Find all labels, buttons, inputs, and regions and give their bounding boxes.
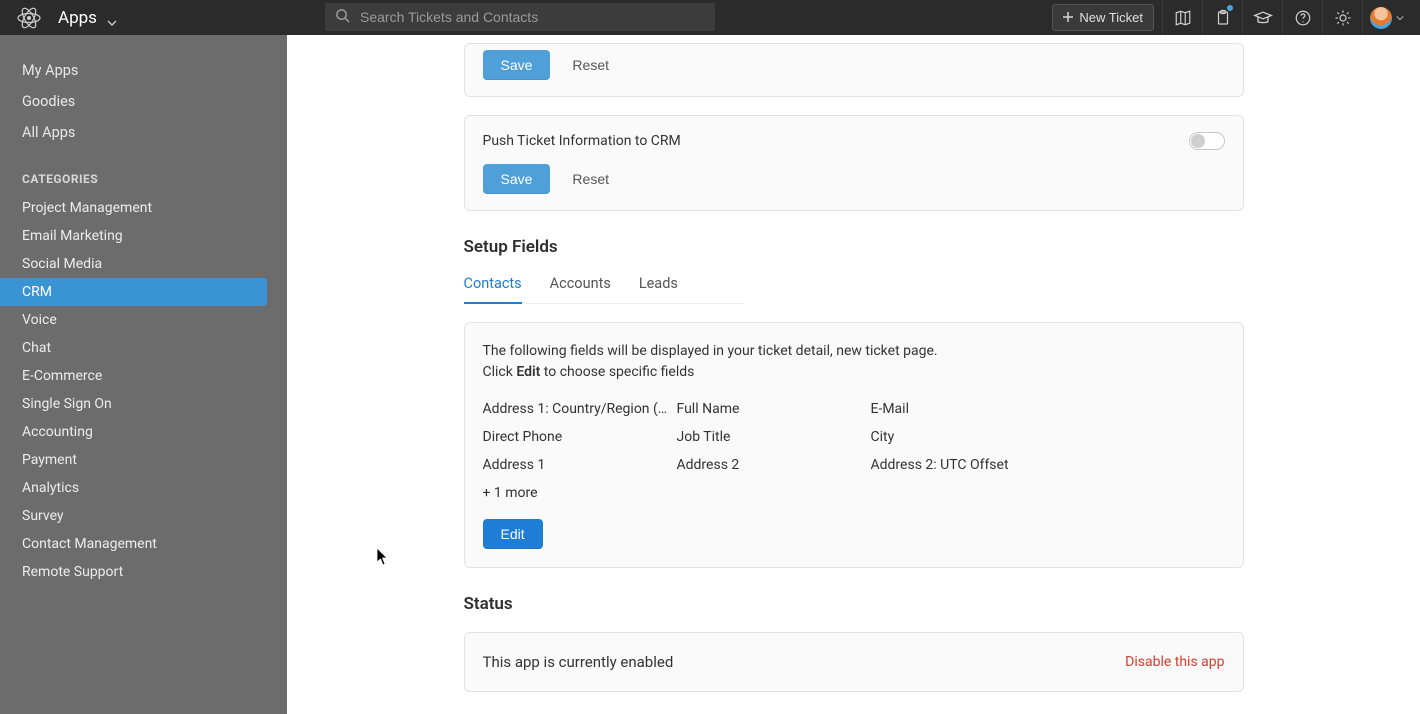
sidebar-category-item[interactable]: Social Media	[0, 250, 267, 278]
app-logo-icon	[16, 5, 42, 31]
fields-desc-line1: The following fields will be displayed i…	[483, 341, 1225, 362]
sidebar-category-item[interactable]: Chat	[0, 334, 267, 362]
save-button[interactable]: Save	[483, 164, 551, 194]
tab-accounts[interactable]: Accounts	[550, 267, 611, 303]
push-ticket-card: Push Ticket Information to CRM Save Rese…	[464, 115, 1244, 211]
settings-card-top: Save Reset	[464, 43, 1244, 97]
disable-app-link[interactable]: Disable this app	[1125, 654, 1224, 670]
sidebar-nav-item[interactable]: My Apps	[0, 55, 287, 86]
sidebar: My AppsGoodiesAll Apps CATEGORIES Projec…	[0, 35, 287, 714]
field-name: City	[871, 429, 1061, 445]
fields-desc-bold: Edit	[516, 364, 540, 380]
field-name: Address 2	[677, 457, 867, 473]
search-icon	[335, 8, 350, 27]
field-name: Address 2: UTC Offset	[871, 457, 1061, 473]
sidebar-category-item[interactable]: Accounting	[0, 418, 267, 446]
new-ticket-button[interactable]: New Ticket	[1052, 4, 1154, 31]
push-ticket-title: Push Ticket Information to CRM	[483, 133, 681, 149]
tab-contacts[interactable]: Contacts	[464, 267, 522, 304]
help-icon[interactable]	[1282, 0, 1322, 35]
app-title: Apps	[58, 8, 97, 28]
header-right: New Ticket	[1052, 0, 1410, 35]
app-switcher[interactable]: Apps	[58, 8, 117, 28]
new-ticket-label: New Ticket	[1079, 10, 1143, 25]
status-text: This app is currently enabled	[483, 653, 674, 671]
field-name: Direct Phone	[483, 429, 673, 445]
settings-icon[interactable]	[1322, 0, 1362, 35]
academy-icon[interactable]	[1242, 0, 1282, 35]
sidebar-category-item[interactable]: Analytics	[0, 474, 267, 502]
sidebar-category-item[interactable]: Contact Management	[0, 530, 267, 558]
field-name: Job Title	[677, 429, 867, 445]
sidebar-nav-item[interactable]: Goodies	[0, 86, 287, 117]
top-header: Apps New Ticket	[0, 0, 1420, 35]
main-content: Save Reset Push Ticket Information to CR…	[287, 35, 1420, 714]
status-title: Status	[464, 594, 1244, 614]
fields-grid: Address 1: Country/Region (…Full NameE-M…	[483, 401, 1225, 473]
field-name: Address 1: Country/Region (…	[483, 401, 673, 417]
global-search[interactable]	[325, 3, 715, 31]
chevron-down-icon	[107, 13, 117, 23]
reset-button[interactable]: Reset	[558, 50, 623, 80]
profile-menu[interactable]	[1362, 0, 1410, 35]
field-name: E-Mail	[871, 401, 1061, 417]
setup-fields-tabs: Contacts Accounts Leads	[464, 267, 744, 304]
sidebar-nav-item[interactable]: All Apps	[0, 117, 287, 148]
edit-fields-button[interactable]: Edit	[483, 519, 543, 549]
sidebar-category-item[interactable]: Email Marketing	[0, 222, 267, 250]
fields-desc-suffix: to choose specific fields	[540, 364, 694, 380]
reset-button[interactable]: Reset	[558, 164, 623, 194]
setup-fields-title: Setup Fields	[464, 237, 1244, 257]
avatar-icon	[1370, 7, 1392, 29]
clipboard-icon[interactable]	[1202, 0, 1242, 35]
sidebar-category-item[interactable]: Survey	[0, 502, 267, 530]
tab-leads[interactable]: Leads	[639, 267, 678, 303]
sidebar-category-item[interactable]: CRM	[0, 278, 267, 306]
fields-desc-prefix: Click	[483, 364, 517, 380]
sidebar-category-item[interactable]: Project Management	[0, 194, 267, 222]
plus-icon	[1063, 10, 1073, 25]
fields-card: The following fields will be displayed i…	[464, 322, 1244, 568]
sidebar-category-item[interactable]: Payment	[0, 446, 267, 474]
more-fields-link[interactable]: + 1 more	[483, 485, 1225, 501]
sidebar-category-item[interactable]: Remote Support	[0, 558, 267, 586]
sidebar-category-item[interactable]: Single Sign On	[0, 390, 267, 418]
field-name: Full Name	[677, 401, 867, 417]
fields-desc-line2: Click Edit to choose specific fields	[483, 362, 1225, 383]
sidebar-section-categories: CATEGORIES	[0, 148, 287, 194]
chevron-down-icon	[1396, 10, 1404, 26]
map-icon[interactable]	[1162, 0, 1202, 35]
notification-dot	[1227, 5, 1233, 11]
push-ticket-toggle[interactable]	[1189, 132, 1225, 150]
sidebar-category-item[interactable]: E-Commerce	[0, 362, 267, 390]
sidebar-category-item[interactable]: Voice	[0, 306, 267, 334]
status-card: This app is currently enabled Disable th…	[464, 632, 1244, 692]
search-input[interactable]	[360, 9, 705, 25]
field-name: Address 1	[483, 457, 673, 473]
save-button[interactable]: Save	[483, 50, 551, 80]
toggle-knob	[1191, 134, 1205, 148]
